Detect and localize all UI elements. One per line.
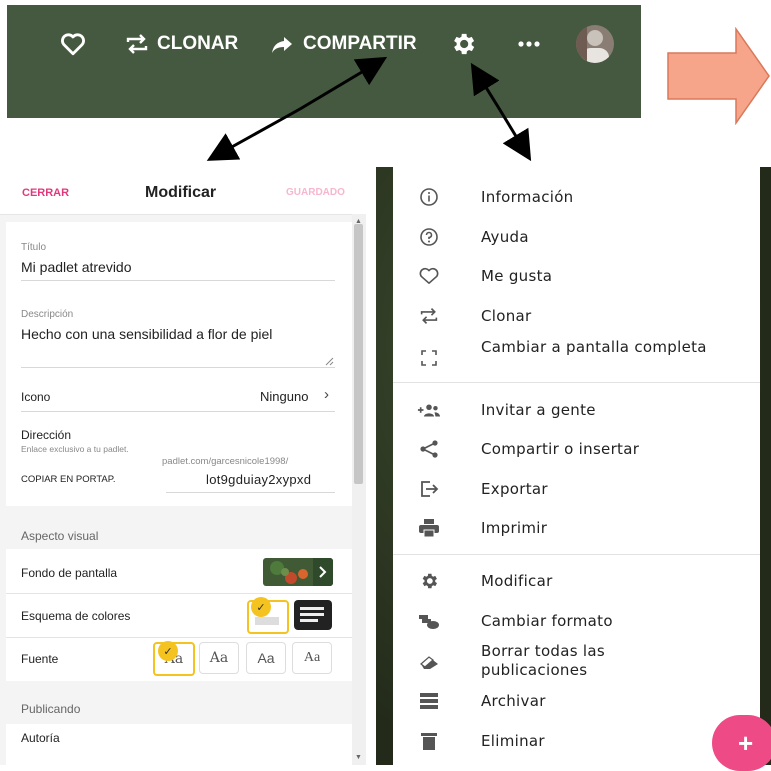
share-icon [417,439,441,459]
dark-preview-line [300,619,318,622]
wallpaper-thumbnail [263,558,333,586]
heart-outline-icon [417,266,441,286]
chevron-right-icon[interactable]: › [324,386,329,403]
description-field-label: Descripción [21,309,74,320]
menu-item-delete[interactable]: Eliminar [393,721,760,761]
address-label: Dirección [21,428,72,442]
wallpaper-picker-button[interactable] [263,558,333,586]
resize-handle-icon[interactable] [324,356,334,366]
address-url-prefix: padlet.com/garcesnicole1998/ [162,456,289,467]
menu-item-label: Compartir o insertar [481,440,640,458]
menu-panel-backdrop: Información Ayuda Me gusta Clonar Cambia… [376,167,771,765]
menu-divider [393,554,760,555]
menu-item-fullscreen[interactable]: Cambiar a pantalla completa [393,336,760,380]
menu-item-like[interactable]: Me gusta [393,256,760,296]
print-icon [417,518,441,538]
add-post-button[interactable]: + [712,715,771,771]
menu-item-share[interactable]: Compartir o insertar [393,429,760,469]
menu-item-label: Eliminar [481,732,545,750]
menu-item-label: Ayuda [481,228,529,246]
authorship-label: Autoría [21,731,60,745]
edit-panel-title: Modificar [145,184,217,201]
menu-item-info[interactable]: Información [393,177,760,217]
check-icon: ✓ [251,597,271,617]
help-icon [417,227,441,247]
menu-item-export[interactable]: Exportar [393,469,760,509]
menu-item-label: Cambiar a pantalla completa [481,338,707,356]
export-icon [417,479,441,499]
wallpaper-label: Fondo de pantalla [21,566,118,580]
archive-icon [417,691,441,711]
more-actions-menu: Información Ayuda Me gusta Clonar Cambia… [393,167,760,765]
menu-item-archive[interactable]: Archivar [393,681,760,721]
visual-section-heading: Aspecto visual [21,529,99,543]
title-field-label: Título [21,242,47,253]
font-option-3[interactable]: Aa [246,642,286,674]
description-field[interactable]: Hecho con una sensibilidad a flor de pie… [21,326,272,342]
scroll-down-icon[interactable]: ▼ [355,754,362,761]
fullscreen-icon [417,348,441,368]
info-icon [417,187,441,207]
address-slug-field[interactable]: lot9gduiay2xypxd [206,472,311,487]
menu-divider [393,382,760,383]
check-icon: ✓ [158,641,178,661]
dark-preview-line [300,607,324,610]
title-underline [21,280,335,281]
menu-item-clear-posts[interactable]: Borrar todas las publicaciones [393,640,760,684]
format-icon [417,611,441,631]
font-label: Fuente [21,652,59,666]
invite-people-icon [417,400,441,420]
menu-item-label: Modificar [481,572,553,590]
settings-card-general: Título Mi padlet atrevido Descripción He… [6,222,352,506]
icon-underline [21,411,335,412]
menu-item-label: Imprimir [481,519,548,537]
edit-panel: CERRAR Modificar GUARDADO Título Mi padl… [0,172,366,765]
copy-to-clipboard-button[interactable]: COPIAR EN PORTAP. [21,474,116,485]
scrollbar-thumb[interactable] [354,224,363,484]
menu-item-invite[interactable]: Invitar a gente [393,390,760,430]
menu-item-label: Clonar [481,307,532,325]
description-underline [21,367,335,368]
menu-item-label: Me gusta [481,267,553,285]
close-button[interactable]: CERRAR [22,187,69,199]
menu-item-label: Borrar todas las publicaciones [481,642,605,679]
saved-status: GUARDADO [286,187,345,198]
font-option-4[interactable]: Aa [292,642,332,674]
menu-item-label: Exportar [481,480,548,498]
publishing-section-heading: Publicando [21,702,81,716]
light-preview [255,617,279,625]
icon-row-value[interactable]: Ninguno [260,389,308,404]
menu-item-print[interactable]: Imprimir [393,508,760,548]
icon-row-label: Icono [21,390,51,404]
dark-preview-line [300,613,324,616]
menu-item-label: Información [481,188,574,206]
menu-item-clone[interactable]: Clonar [393,296,760,336]
repeat-icon [417,306,441,326]
menu-item-label: Invitar a gente [481,401,596,419]
divider [6,637,352,638]
font-option-2[interactable]: Aa [199,642,239,674]
trash-icon [417,731,441,751]
menu-item-change-format[interactable]: Cambiar formato [393,601,760,641]
title-field[interactable]: Mi padlet atrevido [21,259,132,275]
address-hint: Enlace exclusivo a tu padlet. [21,444,129,454]
settings-card-publishing: Autoría [6,724,352,765]
color-scheme-label: Esquema de colores [21,609,131,623]
menu-item-label: Archivar [481,692,546,710]
menu-item-modify[interactable]: Modificar [393,561,760,601]
divider [6,593,352,594]
scroll-up-icon[interactable]: ▲ [355,218,362,225]
color-scheme-dark-option[interactable] [294,600,332,630]
edit-panel-header: CERRAR Modificar GUARDADO [0,172,366,215]
address-underline [166,492,335,493]
menu-item-label: Cambiar formato [481,612,613,630]
eraser-icon [417,652,441,672]
menu-item-help[interactable]: Ayuda [393,217,760,257]
gear-icon [417,571,441,591]
